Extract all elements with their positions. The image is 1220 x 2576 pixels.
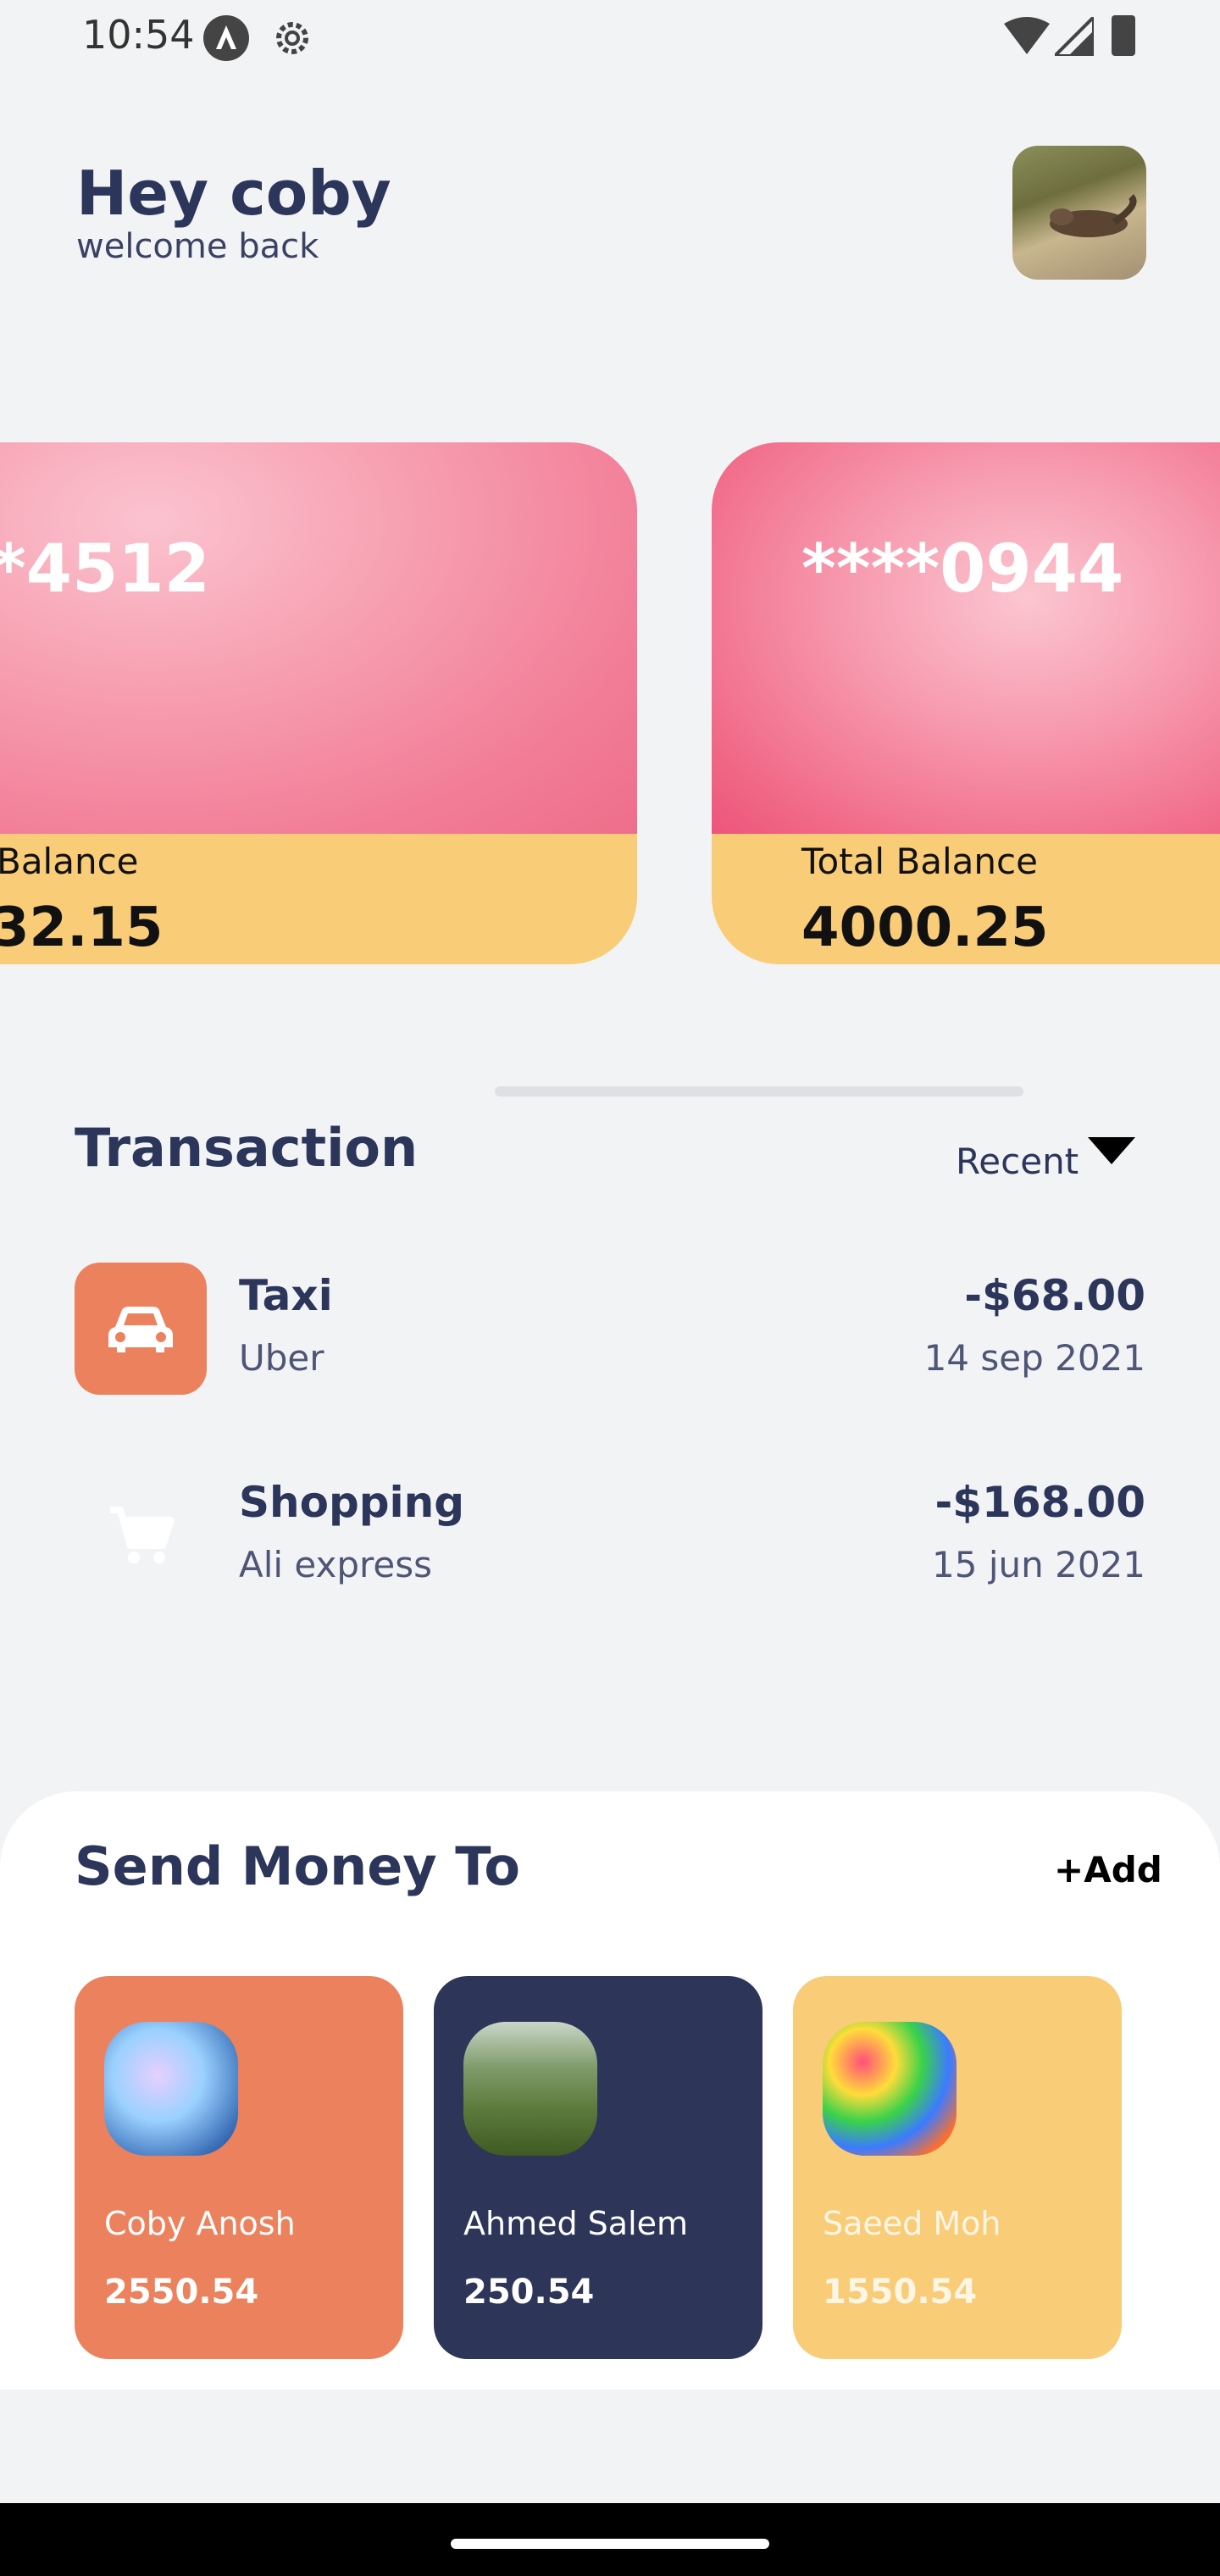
- battery-icon: [1112, 15, 1135, 56]
- recipient-name: Ahmed Salem: [463, 2205, 689, 2242]
- settings-gear-icon: [269, 15, 315, 61]
- cart-icon: [75, 1469, 207, 1602]
- caret-down-icon[interactable]: [1088, 1137, 1135, 1164]
- add-recipient-button[interactable]: +Add: [1054, 1849, 1162, 1890]
- transaction-name: Shopping: [239, 1478, 465, 1527]
- recent-filter-label[interactable]: Recent: [956, 1141, 1079, 1182]
- transaction-merchant: Ali express: [239, 1544, 432, 1585]
- wifi-icon: [1004, 17, 1050, 58]
- transaction-amount: -$68.00: [964, 1271, 1145, 1320]
- transactions-title: Transaction: [75, 1117, 419, 1179]
- recipient-name: Saeed Moh: [823, 2205, 1001, 2242]
- recipient-card-coby[interactable]: Coby Anosh 2550.54: [75, 1976, 403, 2359]
- card-number: *4512: [0, 531, 210, 608]
- home-gesture-handle[interactable]: [451, 2539, 769, 2549]
- greeting-title: Hey coby: [76, 158, 391, 229]
- recipient-avatar: [823, 2022, 957, 2156]
- recipient-name: Coby Anosh: [104, 2205, 296, 2242]
- recipient-card-ahmed[interactable]: Ahmed Salem 250.54: [434, 1976, 762, 2359]
- transaction-date: 15 jun 2021: [932, 1544, 1145, 1585]
- user-avatar[interactable]: [1012, 146, 1146, 280]
- recipient-avatar: [463, 2022, 597, 2156]
- recipient-amount: 2550.54: [104, 2273, 259, 2312]
- cellular-signal-icon: [1051, 13, 1095, 59]
- recipient-amount: 1550.54: [823, 2273, 978, 2312]
- card-0944[interactable]: ****0944 Total Balance 4000.25: [712, 442, 1220, 964]
- greeting-subtitle: welcome back: [76, 227, 319, 266]
- recipient-avatar: [104, 2022, 238, 2156]
- recipient-amount: 250.54: [463, 2273, 595, 2312]
- transaction-date: 14 sep 2021: [923, 1337, 1145, 1379]
- recipient-card-saeed[interactable]: Saeed Moh 1550.54: [793, 1976, 1122, 2359]
- card-balance-amount: 32.15: [0, 897, 164, 959]
- status-time: 10:54: [82, 12, 195, 58]
- card-balance-amount: 4000.25: [801, 897, 1049, 959]
- car-icon: [75, 1263, 207, 1395]
- app-notification-icon: [203, 15, 249, 61]
- send-money-title: Send Money To: [75, 1835, 520, 1897]
- card-balance-label: Balance: [0, 841, 139, 882]
- card-partial[interactable]: *4512 Balance 32.15: [0, 442, 637, 964]
- card-number: ****0944: [801, 531, 1124, 608]
- carousel-scrollbar[interactable]: [495, 1086, 1023, 1096]
- transaction-amount: -$168.00: [934, 1478, 1146, 1527]
- card-balance-label: Total Balance: [801, 841, 1038, 882]
- transaction-merchant: Uber: [239, 1337, 324, 1379]
- transaction-name: Taxi: [239, 1271, 333, 1320]
